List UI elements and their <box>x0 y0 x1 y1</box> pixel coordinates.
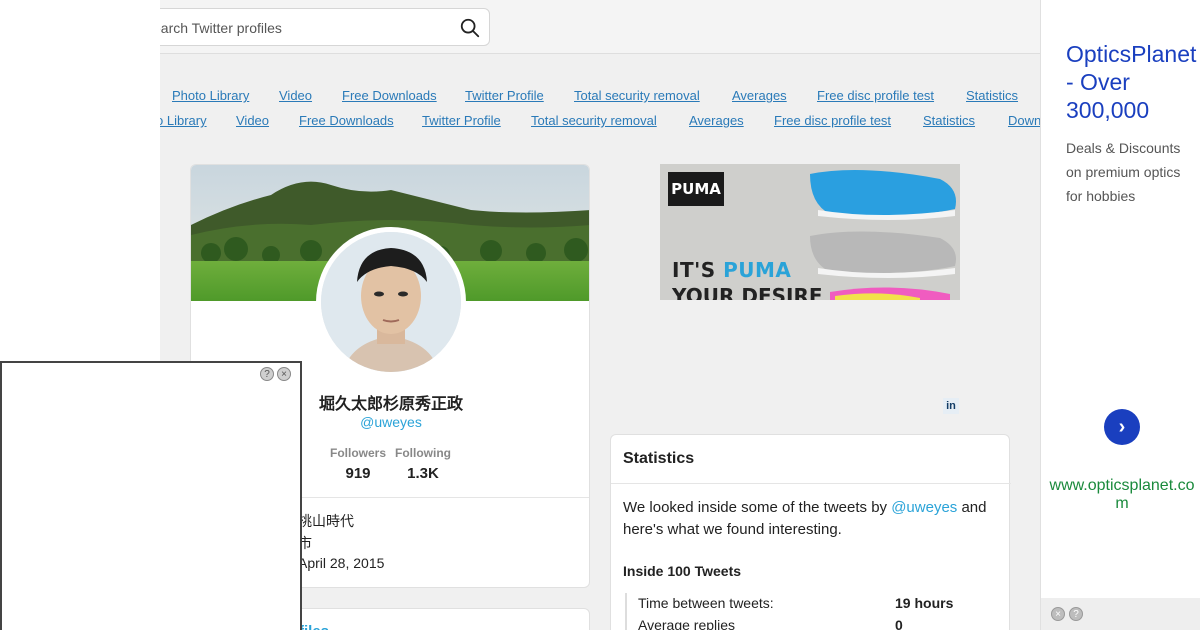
nav-link-free-disc-profile-test[interactable]: Free disc profile test <box>774 113 891 128</box>
nav-link-video[interactable]: Video <box>279 88 312 103</box>
nav-link-averages[interactable]: Averages <box>732 88 787 103</box>
nav-link-statistics[interactable]: Statistics <box>923 113 975 128</box>
ad-url-link[interactable]: www.opticsplanet.com <box>1046 477 1198 513</box>
nav-link-photo-library[interactable]: o Library <box>160 113 207 128</box>
nav-link-twitter-profile[interactable]: Twitter Profile <box>422 113 501 128</box>
statistics-row: Time between tweets: 19 hours <box>638 595 954 611</box>
profile-avatar[interactable] <box>316 227 466 377</box>
nav-link-free-downloads[interactable]: Free Downloads <box>342 88 437 103</box>
nav-link-total-security-removal[interactable]: Total security removal <box>531 113 657 128</box>
search-icon[interactable] <box>459 17 481 39</box>
top-bar <box>160 0 1040 54</box>
search-box <box>160 8 490 46</box>
nav-link-downloads[interactable]: Down <box>1008 113 1040 128</box>
profile-info-line: 桃山時代 <box>298 513 354 529</box>
puma-logo: PUMA <box>668 172 724 206</box>
nav-link-averages[interactable]: Averages <box>689 113 744 128</box>
statistics-row: Average replies 0 <box>638 617 903 630</box>
followers-count: 919 <box>345 465 371 482</box>
nav-link-total-security-removal[interactable]: Total security removal <box>574 88 700 103</box>
ad-headline[interactable]: OpticsPlanet - Over 300,000 <box>1066 40 1196 124</box>
followers-label: Followers <box>329 446 386 460</box>
puma-tagline: IT'S PUMA <box>672 258 792 282</box>
nav-link-photo-library[interactable]: Photo Library <box>172 88 249 103</box>
nav-link-free-disc-profile-test[interactable]: Free disc profile test <box>817 88 934 103</box>
related-profiles-title: files <box>299 623 329 630</box>
statistics-intro: We looked inside some of the tweets by @… <box>623 499 987 538</box>
ad-controls-bar: × ? <box>1041 598 1200 630</box>
statistics-divider <box>611 483 1011 484</box>
linkedin-icon[interactable]: in <box>943 398 959 414</box>
statistics-handle-link[interactable]: @uweyes <box>891 499 957 516</box>
statistics-subtitle: Inside 100 Tweets <box>623 563 742 579</box>
following-count: 1.3K <box>407 465 439 482</box>
nav-link-twitter-profile[interactable]: Twitter Profile <box>465 88 544 103</box>
overlay-popup: ? × <box>0 361 302 630</box>
following-label: Following <box>395 446 451 460</box>
nav-link-statistics[interactable]: Statistics <box>966 88 1018 103</box>
ad-arrow-button[interactable]: › <box>1104 409 1140 445</box>
close-icon[interactable]: × <box>1051 607 1065 621</box>
ad-description: Deals & Discounts on premium optics for … <box>1066 140 1181 204</box>
statistics-list: Time between tweets: 19 hours Average re… <box>625 593 1005 630</box>
puma-ad-banner[interactable]: PUMA IT'S PUMA YOUR DESIRE <box>660 164 960 300</box>
nav-link-free-downloads[interactable]: Free Downloads <box>299 113 394 128</box>
right-sidebar-ad[interactable]: OpticsPlanet - Over 300,000 Deals & Disc… <box>1040 0 1200 630</box>
help-icon[interactable]: ? <box>260 367 274 381</box>
search-input[interactable] <box>160 18 443 38</box>
statistics-title: Statistics <box>623 450 695 467</box>
help-icon[interactable]: ? <box>1069 607 1083 621</box>
statistics-card: Statistics We looked inside some of the … <box>610 434 1011 630</box>
nav-link-video[interactable]: Video <box>236 113 269 128</box>
profile-joined-date: April 28, 2015 <box>298 555 385 571</box>
close-icon[interactable]: × <box>277 367 291 381</box>
puma-tagline-2: YOUR DESIRE <box>672 284 823 300</box>
